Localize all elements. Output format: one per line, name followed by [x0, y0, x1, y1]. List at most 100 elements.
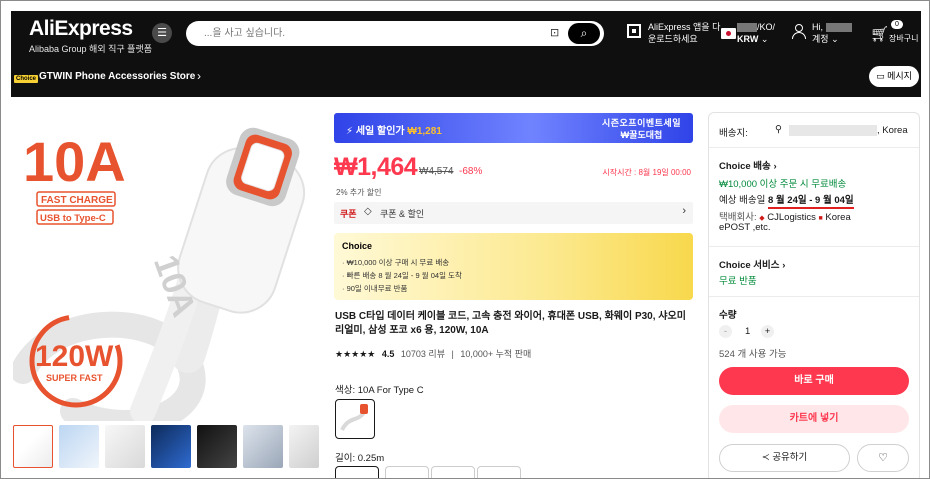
location-pin-icon: ⚲	[775, 124, 782, 135]
user-icon[interactable]	[792, 24, 806, 39]
original-price: ₩4,574	[419, 166, 454, 177]
share-button[interactable]: ≺ 공유하기	[719, 444, 850, 472]
region-selector[interactable]: /KO/ KRW ⌄	[737, 21, 775, 45]
color-option-10a-type-c[interactable]	[335, 399, 375, 439]
length-option[interactable]	[477, 466, 521, 478]
chevron-down-icon: ⌄	[760, 34, 769, 44]
choice-benefit: · 90일 이내무료 반품	[342, 284, 408, 293]
sale-start-time: 시작시간 : 8월 19일 00:00	[602, 168, 691, 177]
currency: KRW	[737, 34, 759, 44]
current-price: ₩1,464	[334, 153, 418, 181]
free-return: 무료 반품	[719, 276, 757, 287]
coupon-tag: 쿠폰	[340, 209, 357, 219]
quantity-decrease-button[interactable]: -	[719, 325, 732, 338]
ship-to-label: 배송지:	[719, 128, 748, 139]
cart-count-badge: 0	[891, 20, 903, 29]
search-bar: ⊡ ⌕	[186, 21, 604, 46]
greeting: Hi,	[812, 22, 823, 32]
redacted-username	[825, 23, 852, 33]
cart-label[interactable]: 장바구니	[889, 33, 918, 44]
share-label: 공유하기	[772, 452, 808, 463]
choice-shipping-label: Choice 배송	[719, 161, 771, 172]
fast-charge-label: FAST CHARGE	[41, 195, 113, 206]
discount-percent: -68%	[459, 166, 483, 177]
rating-row: ★★★★★ 4.5 10703 리뷰 | 10,000+ 누적 판매	[335, 349, 532, 359]
rating-value: 4.5	[381, 349, 395, 359]
star-rating-icon: ★★★★★	[335, 349, 376, 359]
app-line2: 운로드하세요	[648, 34, 698, 44]
courier-more: ePOST ,etc.	[719, 222, 771, 233]
account-label: 계정	[812, 34, 829, 44]
search-button[interactable]: ⌕	[568, 23, 600, 44]
length-option[interactable]	[385, 466, 429, 478]
chevron-down-icon: ⌄	[831, 34, 839, 44]
sold-count: 10,000+ 누적 판매	[460, 349, 532, 359]
quantity-label: 수량	[719, 310, 737, 321]
quantity-increase-button[interactable]: +	[761, 325, 774, 338]
add-to-cart-button[interactable]: 카트에 넣기	[719, 405, 909, 433]
search-icon: ⌕	[580, 26, 588, 40]
choice-benefits-box: Choice · ₩10,000 이상 구매 시 무료 배송 · 빠른 배송 8…	[334, 233, 693, 300]
wishlist-button[interactable]: ♡	[857, 444, 909, 472]
coupon-row[interactable]: 쿠폰 ◇ 쿠폰 & 할인 ›	[334, 202, 693, 224]
korea-flag-icon	[721, 28, 736, 39]
tag-icon: ◇	[364, 206, 372, 217]
available-stock: 524 개 사용 가능	[719, 349, 787, 360]
account-menu[interactable]: Hi, 계정 ⌄	[812, 21, 852, 45]
ship-to-country: , Korea	[877, 125, 908, 137]
sale-price-banner: ⚡ 세일 할인가 ₩1,281 시즌오프이벤트세일 ₩꿀도대첩	[334, 113, 693, 143]
buy-now-button[interactable]: 바로 구매	[719, 367, 909, 395]
redacted-text	[737, 23, 757, 33]
menu-icon[interactable]: ☰	[152, 23, 172, 43]
search-input[interactable]	[204, 25, 534, 42]
hero-10a-text: 10A	[23, 130, 126, 193]
chevron-right-icon: ›	[773, 161, 777, 172]
store-name-link[interactable]: GTWIN Phone Accessories Store	[39, 71, 195, 82]
sale-event-title: 시즌오프이벤트세일	[601, 118, 681, 128]
choice-service-link[interactable]: Choice 서비스 ›	[719, 257, 785, 271]
chevron-right-icon[interactable]: ›	[197, 69, 201, 83]
app-download-link[interactable]: AliExpress 앱을 다 운로드하세요	[648, 21, 720, 45]
super-fast-label: SUPER FAST	[46, 373, 103, 383]
cart-icon[interactable]: 🛒︎	[870, 25, 889, 43]
logo-text: AliExpress	[29, 17, 133, 40]
choice-badge: Choice	[14, 75, 39, 83]
choice-benefit: · 빠른 배송 8 월 24일 - 9 월 04일 도착	[342, 271, 462, 280]
thumbnail-7[interactable]	[289, 425, 319, 468]
message-button[interactable]: ▭ 메시지	[869, 66, 919, 87]
product-title: USB C타입 데이터 케이블 코드, 고속 충전 와이어, 휴대폰 USB, …	[335, 311, 686, 336]
camera-search-icon[interactable]: ⊡	[550, 26, 559, 39]
thumbnail-3[interactable]	[105, 425, 145, 468]
estimated-delivery-label: 예상 배송일	[719, 195, 766, 206]
product-image-svg: 10A 10A FAST CHARGE USB to Type-C 120W S…	[13, 111, 323, 421]
heart-icon: ♡	[878, 452, 888, 464]
sale-label: 세일 할인가	[355, 126, 405, 137]
extra-discount: 2% 추가 할인	[336, 188, 382, 197]
thumbnail-1[interactable]	[13, 425, 53, 468]
choice-box-title: Choice	[342, 241, 373, 251]
thumbnail-2[interactable]	[59, 425, 99, 468]
quantity-value[interactable]: 1	[745, 326, 750, 337]
chevron-right-icon: ›	[782, 260, 786, 271]
thumbnail-5[interactable]	[197, 425, 237, 468]
lightning-icon: ⚡	[346, 126, 354, 137]
aliexpress-logo[interactable]: AliExpress Alibaba Group 해외 직구 플랫폼	[29, 17, 152, 55]
length-option[interactable]	[431, 466, 475, 478]
thumbnail-4[interactable]	[151, 425, 191, 468]
qr-code-icon[interactable]	[627, 24, 641, 38]
usb-type-c-label: USB to Type-C	[40, 213, 106, 224]
thumbnail-6[interactable]	[243, 425, 283, 468]
review-count[interactable]: 10703 리뷰	[401, 349, 445, 359]
length-option[interactable]	[335, 466, 379, 478]
cable-thumbnail-icon	[340, 404, 368, 432]
coupon-text: 쿠폰 & 할인	[380, 209, 425, 219]
watt-label: 120W	[35, 340, 114, 373]
choice-shipping-link[interactable]: Choice 배송 ›	[719, 158, 777, 172]
app-line1: AliExpress 앱을 다	[648, 22, 721, 32]
browser-frame: AliExpress Alibaba Group 해외 직구 플랫폼 ☰ ⊡ ⌕…	[0, 0, 930, 479]
product-main-image[interactable]: 10A 10A FAST CHARGE USB to Type-C 120W S…	[13, 111, 323, 421]
ship-to-address[interactable]: , Korea	[789, 125, 908, 136]
korea-post-icon: ■	[818, 215, 823, 222]
purchase-sidebar: 배송지: ⚲ , Korea Choice 배송 › ₩10,000 이상 주문…	[708, 112, 920, 478]
sale-event-subtitle: ₩꿀도대첩	[620, 130, 663, 140]
